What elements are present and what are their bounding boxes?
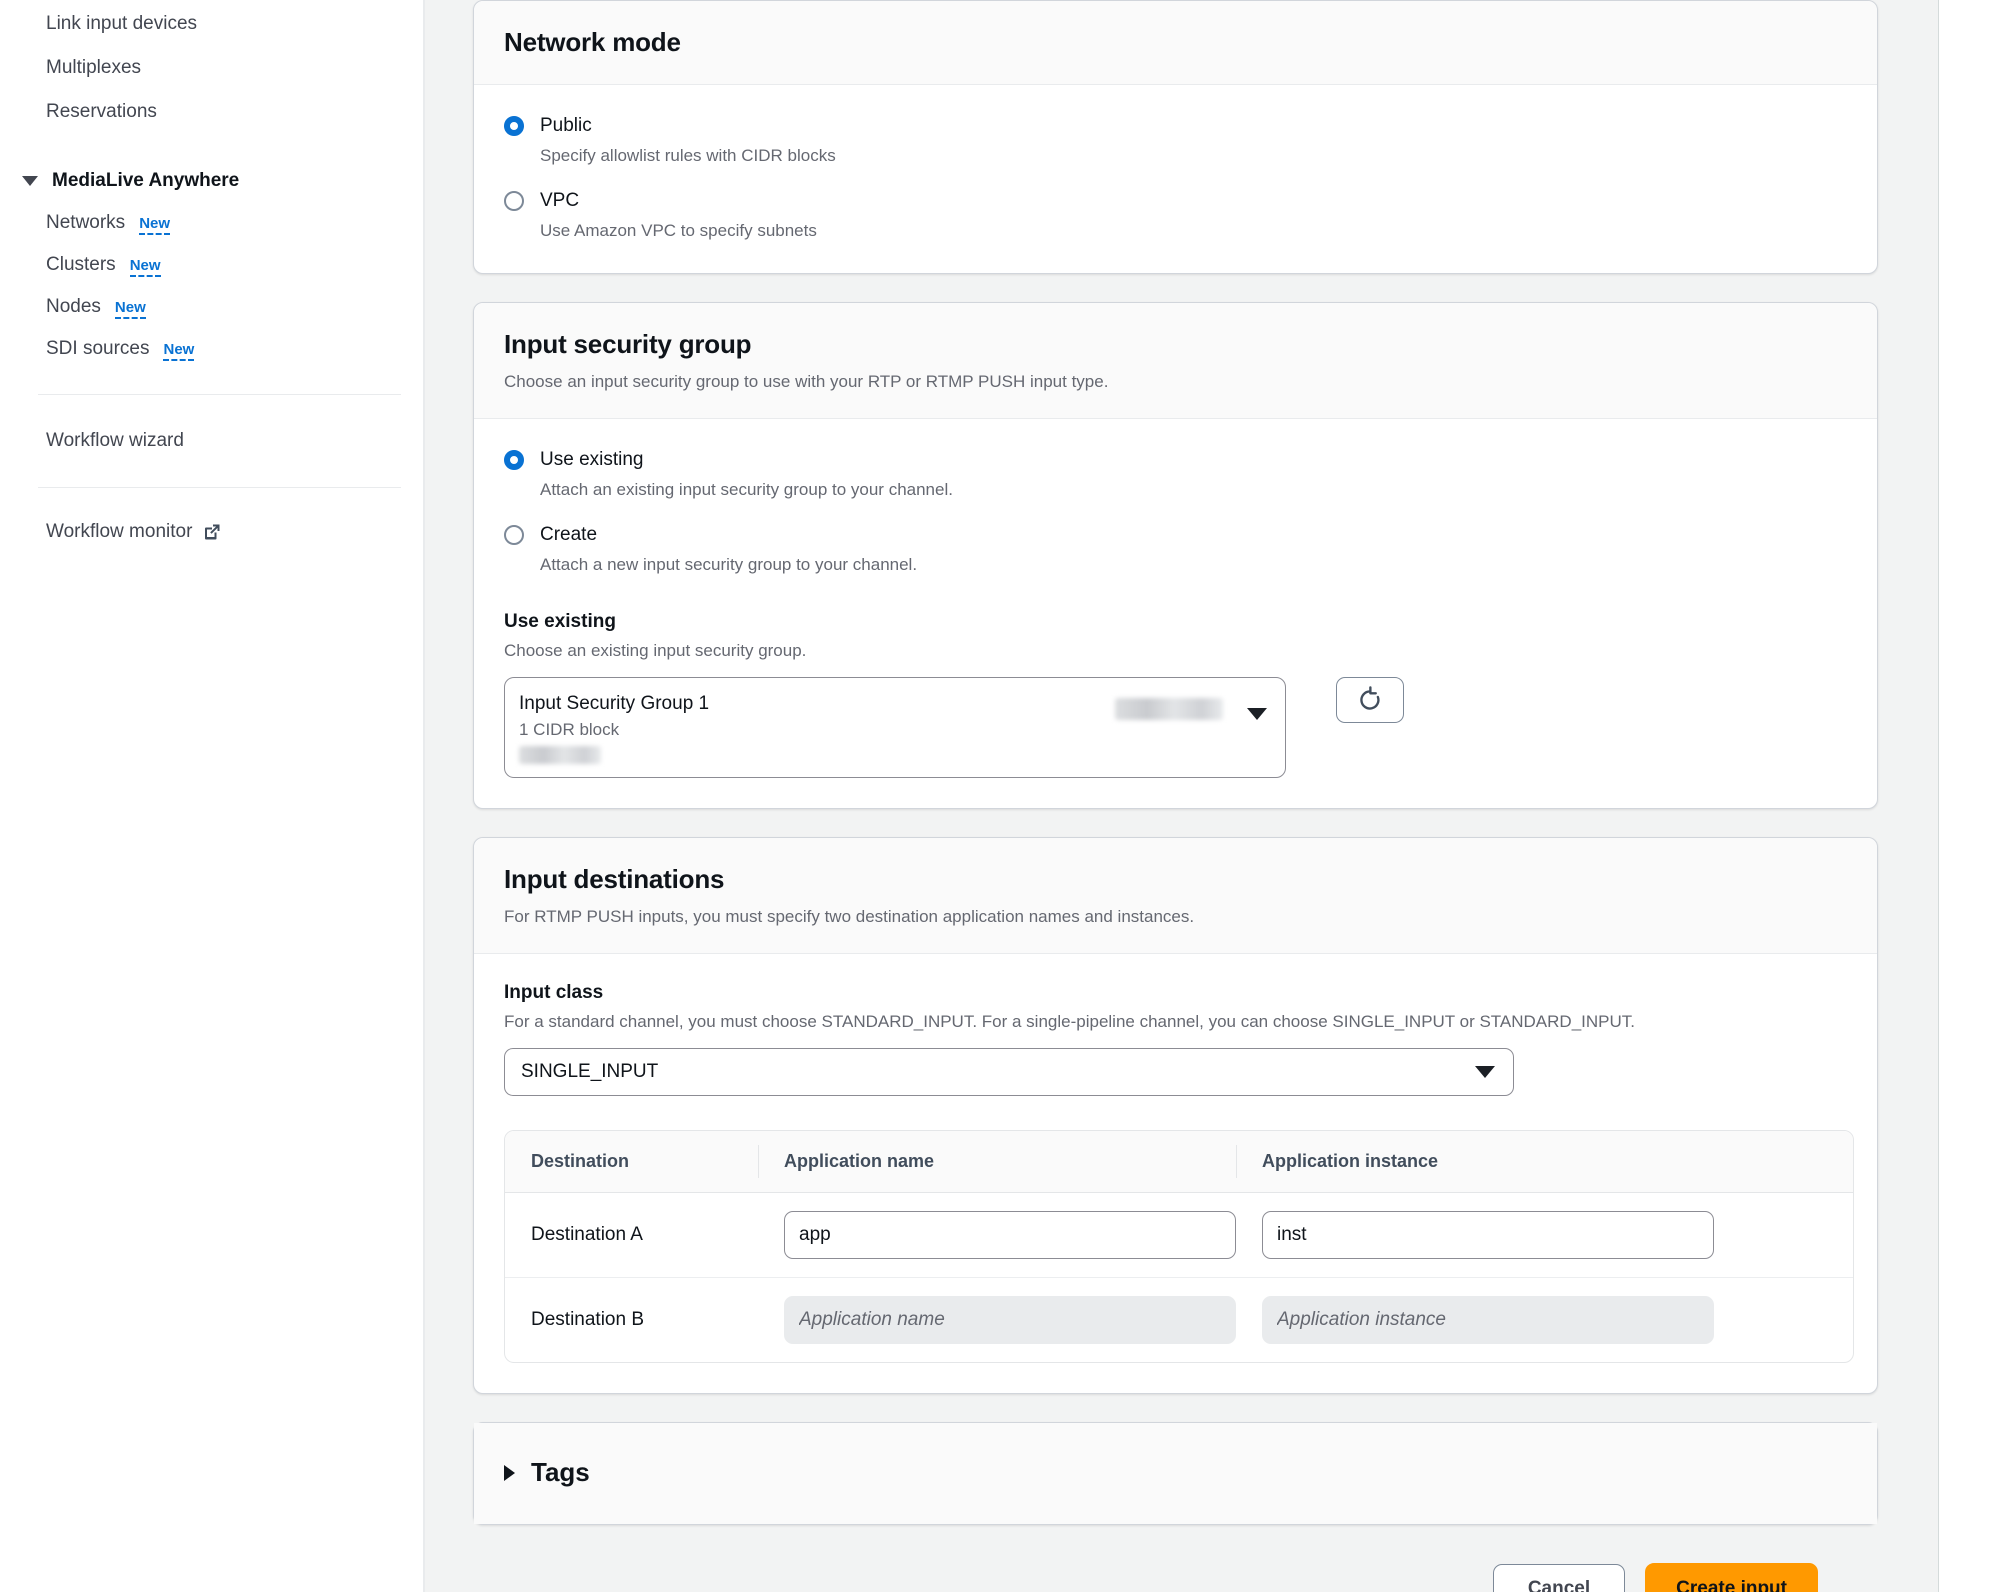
create-input-button[interactable]: Create input [1645, 1563, 1818, 1592]
radio-option-create[interactable]: Create [504, 522, 1847, 548]
radio-label: Create [540, 524, 598, 545]
sidebar-item-multiplexes[interactable]: Multiplexes [0, 46, 423, 90]
column-header-destination: Destination [505, 1131, 758, 1193]
redacted-value [519, 746, 601, 764]
input-security-group-panel: Input security group Choose an input sec… [473, 302, 1878, 809]
tags-expander[interactable]: Tags [504, 1457, 1847, 1488]
radio-option-vpc[interactable]: VPC [504, 188, 1847, 214]
radio-unselected-icon [504, 525, 524, 545]
tags-title: Tags [531, 1457, 590, 1487]
radio-label: VPC [540, 190, 580, 211]
network-mode-panel: Network mode Public Specify allowlist ru… [473, 0, 1878, 274]
destination-b-label: Destination B [531, 1309, 645, 1330]
radio-selected-icon [504, 116, 524, 136]
sidebar-group-label: MediaLive Anywhere [52, 170, 240, 191]
create-input-page: Link input devices Multiplexes Reservati… [0, 0, 2000, 1592]
destinations-table: Destination Application name Application… [504, 1130, 1854, 1363]
destination-a-label: Destination A [505, 1192, 758, 1278]
sidebar-navigation: Link input devices Multiplexes Reservati… [0, 0, 425, 1592]
form-footer-actions: Cancel Create input [473, 1553, 1878, 1592]
sidebar-divider [38, 487, 401, 488]
destination-b-app-name-cell [758, 1278, 1236, 1363]
column-header-application-name: Application name [758, 1131, 1236, 1193]
radio-description: Attach a new input security group to you… [540, 555, 918, 574]
input-class-select[interactable]: SINGLE_INPUT [504, 1048, 1514, 1096]
network-mode-header: Network mode [474, 1, 1877, 85]
sidebar-item-sdi-sources[interactable]: SDI sources New [0, 328, 423, 370]
panel-subtitle: Choose an input security group to use wi… [504, 372, 1109, 391]
chevron-down-icon [1475, 1066, 1495, 1078]
destination-a-app-instance-cell [1236, 1192, 1853, 1278]
sidebar-item-label: Workflow monitor [46, 521, 193, 542]
panel-subtitle: For RTMP PUSH inputs, you must specify t… [504, 907, 1195, 926]
radio-label: Use existing [540, 449, 644, 470]
sidebar-item-workflow-monitor[interactable]: Workflow monitor [0, 512, 423, 552]
sidebar-item-link-input-devices[interactable]: Link input devices [0, 2, 423, 46]
redacted-value [1115, 698, 1223, 720]
radio-group-network-mode: Public Specify allowlist rules with CIDR… [504, 113, 1847, 168]
table-row: Destination A [505, 1192, 1853, 1278]
sidebar-item-label: SDI sources [46, 338, 150, 359]
destination-b-app-instance-cell [1236, 1278, 1853, 1363]
input-class-label: Input class [504, 982, 604, 1003]
input-destinations-body: Input class For a standard channel, you … [474, 954, 1877, 1393]
refresh-button[interactable] [1336, 677, 1404, 723]
security-group-select[interactable]: Input Security Group 1 1 CIDR block [504, 677, 1286, 778]
panel-title: Input security group [504, 329, 752, 359]
sidebar-item-clusters[interactable]: Clusters New [0, 244, 423, 286]
sidebar-item-reservations[interactable]: Reservations [0, 90, 423, 134]
new-badge: New [129, 257, 161, 277]
input-class-description: For a standard channel, you must choose … [504, 1012, 1635, 1031]
table-header-row: Destination Application name Application… [505, 1131, 1853, 1193]
input-security-group-body: Use existing Attach an existing input se… [474, 419, 1877, 808]
cancel-button[interactable]: Cancel [1492, 1564, 1626, 1592]
panel-title: Input destinations [504, 864, 725, 894]
radio-unselected-icon [504, 191, 524, 211]
destination-b-app-name-input [784, 1296, 1236, 1344]
radio-option-public[interactable]: Public [504, 113, 1847, 139]
panel-title: Network mode [504, 27, 681, 57]
chevron-down-icon [22, 176, 38, 186]
sidebar-group-medialive-anywhere[interactable]: MediaLive Anywhere [0, 160, 423, 202]
input-class-value: SINGLE_INPUT [521, 1061, 659, 1082]
input-destinations-header: Input destinations For RTMP PUSH inputs,… [474, 838, 1877, 954]
main-content: Network mode Public Specify allowlist ru… [425, 0, 1939, 1592]
radio-selected-icon [504, 450, 524, 470]
radio-option-use-existing[interactable]: Use existing [504, 447, 1847, 473]
network-mode-body: Public Specify allowlist rules with CIDR… [474, 85, 1877, 273]
radio-group-security-source: Use existing Attach an existing input se… [504, 447, 1847, 502]
radio-description: Use Amazon VPC to specify subnets [540, 221, 817, 240]
radio-description: Attach an existing input security group … [540, 480, 953, 499]
refresh-icon [1360, 686, 1380, 710]
chevron-right-icon [504, 1464, 515, 1481]
table-row: Destination B [505, 1278, 1853, 1363]
sidebar-item-label: Networks [46, 212, 126, 233]
input-destinations-panel: Input destinations For RTMP PUSH inputs,… [473, 837, 1878, 1394]
column-header-application-instance: Application instance [1236, 1131, 1853, 1193]
radio-label: Public [540, 115, 592, 136]
use-existing-field-label: Use existing [504, 611, 616, 632]
security-group-selector-row: Input Security Group 1 1 CIDR block [504, 677, 1847, 778]
tags-panel: Tags [473, 1422, 1878, 1525]
destination-b-app-instance-input [1262, 1296, 1714, 1344]
destination-a-app-name-input[interactable] [784, 1211, 1236, 1259]
radio-description: Specify allowlist rules with CIDR blocks [540, 146, 836, 165]
input-security-group-header: Input security group Choose an input sec… [474, 303, 1877, 419]
destination-a-app-name-cell [758, 1192, 1236, 1278]
chevron-down-icon [1247, 708, 1267, 720]
sidebar-item-workflow-wizard[interactable]: Workflow wizard [0, 419, 423, 463]
new-badge: New [114, 299, 146, 319]
new-badge: New [163, 341, 195, 361]
sidebar-item-nodes[interactable]: Nodes New [0, 286, 423, 328]
use-existing-field-description: Choose an existing input security group. [504, 641, 807, 660]
new-badge: New [139, 215, 171, 235]
external-link-icon [202, 522, 222, 542]
sidebar-item-label: Clusters [46, 254, 116, 275]
sidebar-item-networks[interactable]: Networks New [0, 202, 423, 244]
destination-a-app-instance-input[interactable] [1262, 1211, 1714, 1259]
sidebar-divider [38, 394, 401, 395]
sidebar-item-label: Nodes [46, 296, 101, 317]
security-group-cidr-count: 1 CIDR block [519, 720, 620, 739]
